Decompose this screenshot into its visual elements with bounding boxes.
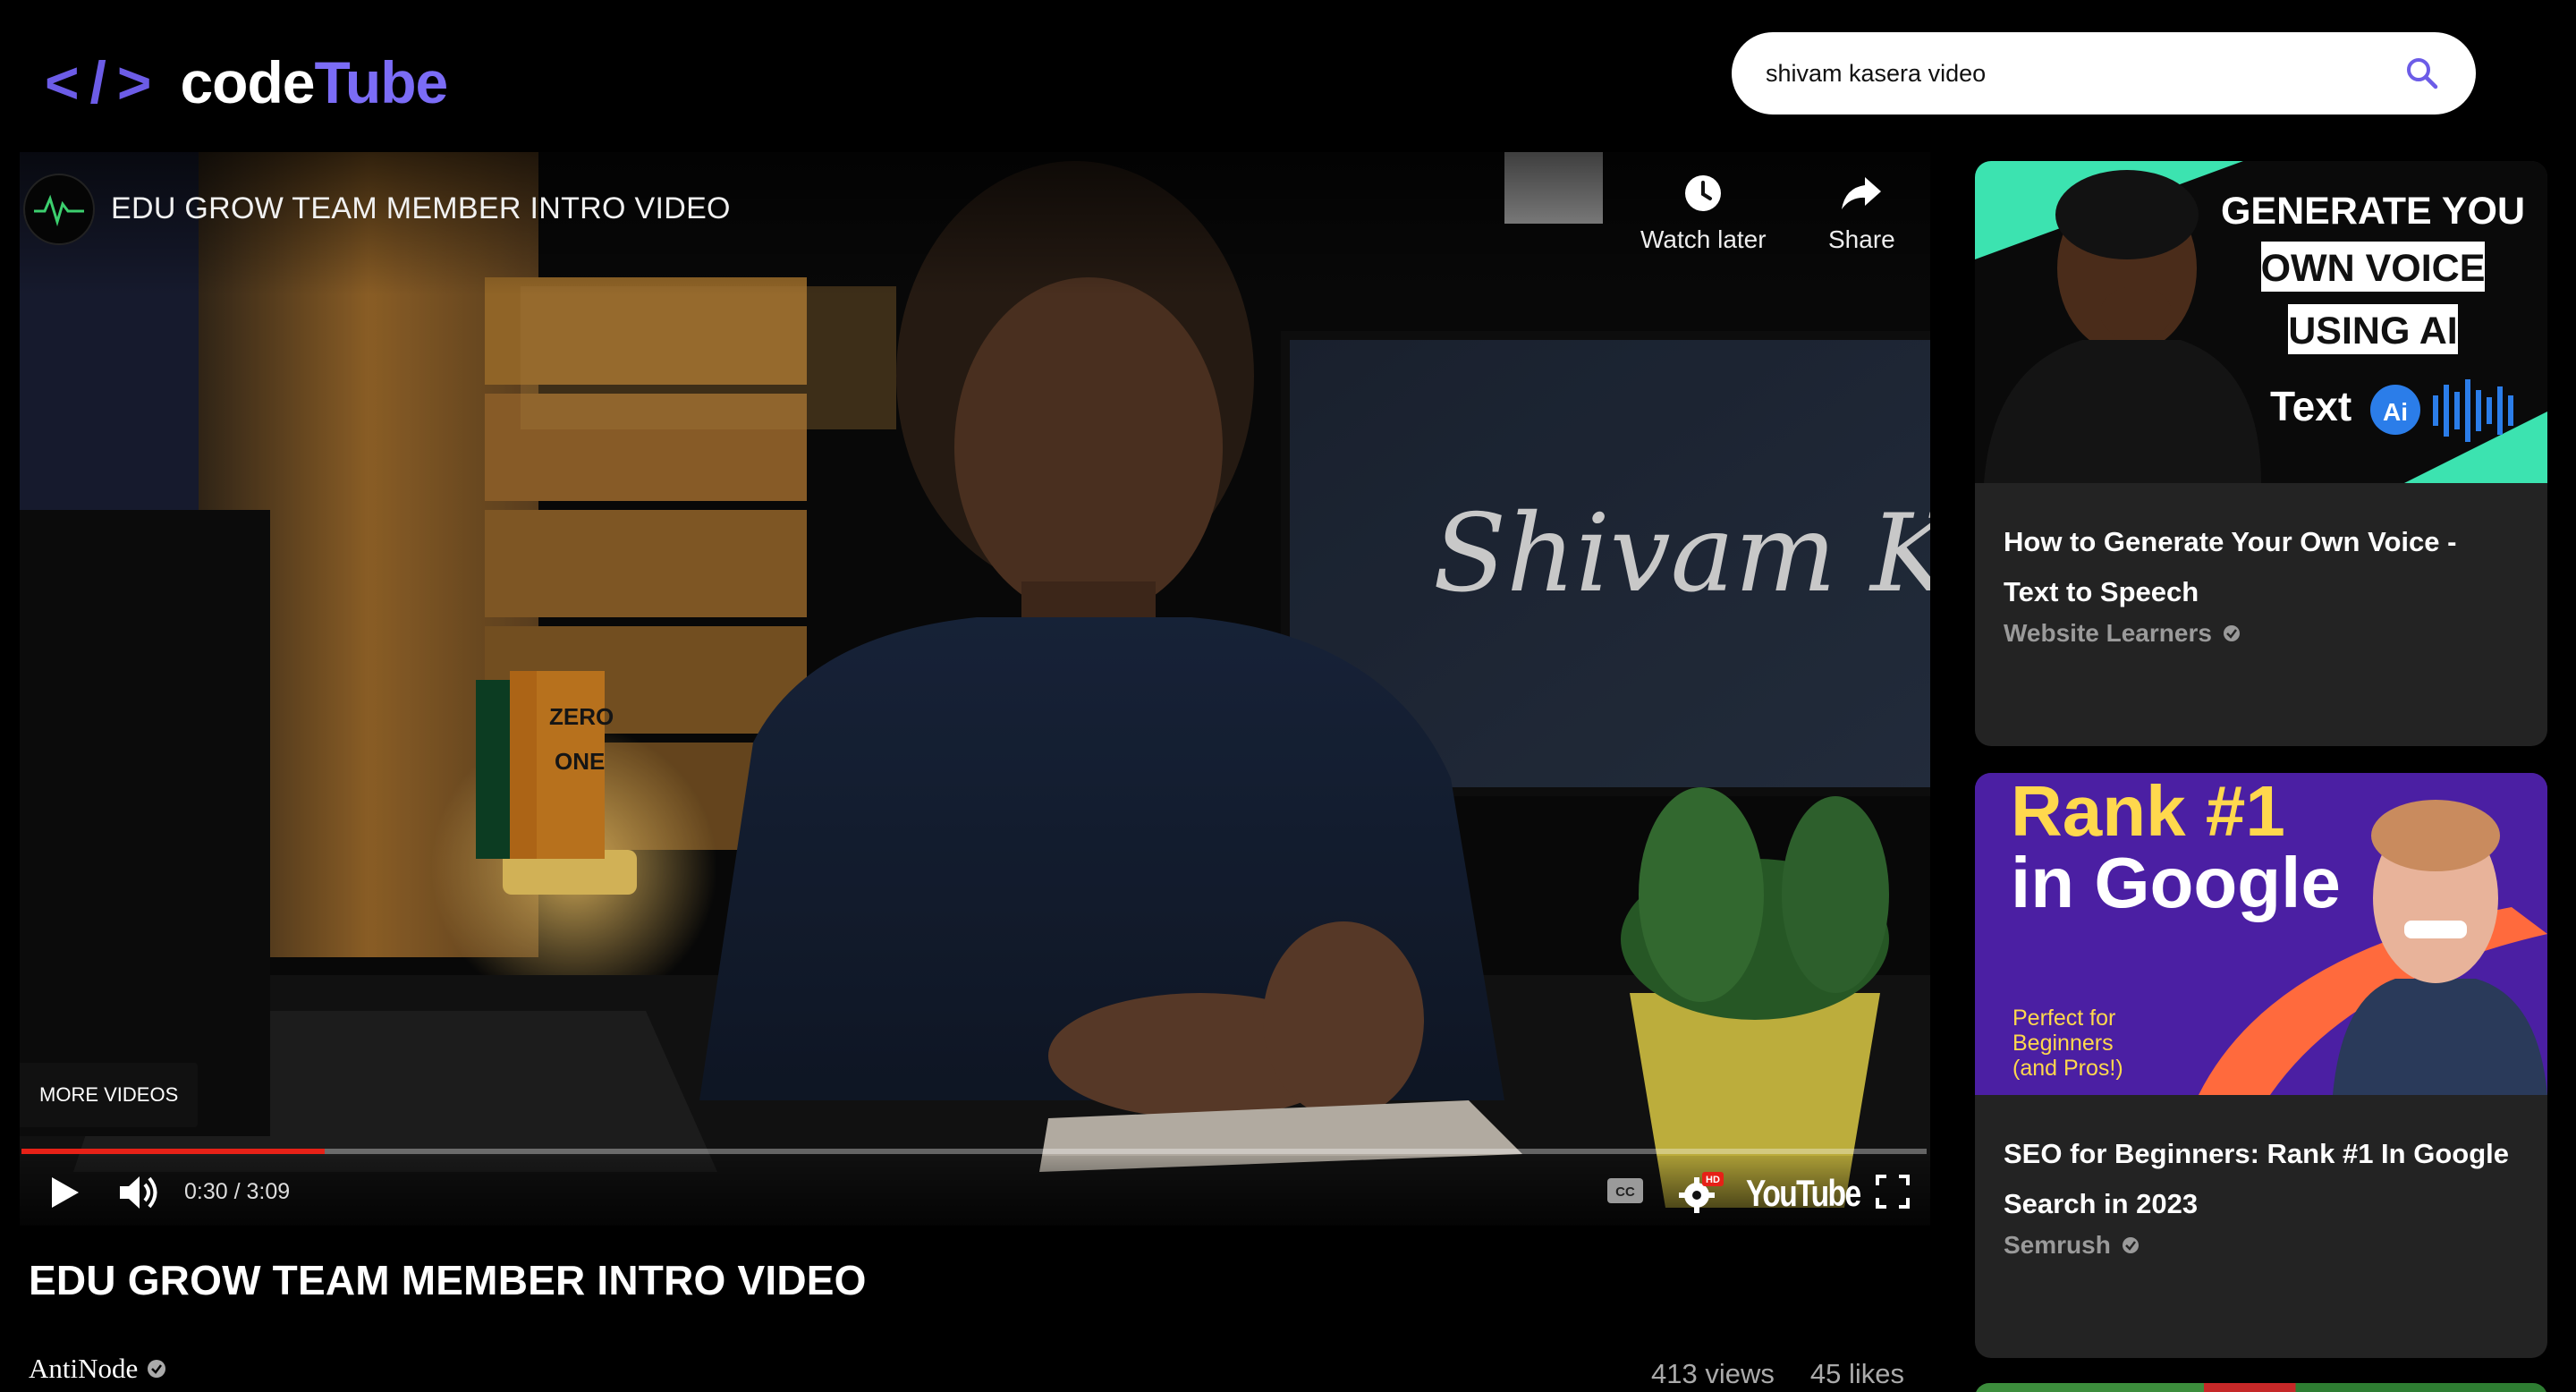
video-player[interactable]: Shivam Ka ZERO ONE xyxy=(20,152,1930,1226)
thumb-line-3: Perfect for xyxy=(2012,1006,2115,1031)
volume-icon xyxy=(120,1176,157,1209)
search-icon xyxy=(2407,58,2438,89)
view-count: 413 views xyxy=(1651,1358,1775,1389)
channel-avatar[interactable] xyxy=(23,174,95,245)
youtube-logo[interactable]: YouTube xyxy=(1746,1172,1861,1215)
player-video-title[interactable]: EDU GROW TEAM MEMBER INTRO VIDEO xyxy=(111,191,731,226)
gear-icon: HD xyxy=(1679,1172,1724,1213)
related-channel-name: Semrush xyxy=(2004,1231,2111,1259)
video-thumbnail: GENERATE YOU OWN VOICE USING AI Text Ai xyxy=(1975,161,2547,483)
watch-later-button[interactable]: Watch later xyxy=(1640,174,1767,254)
video-thumbnail: Rank #1 in Google Perfect for Beginners … xyxy=(1975,773,2547,1095)
play-button[interactable] xyxy=(43,1170,88,1215)
search-bar xyxy=(1732,32,2476,115)
related-video-channel[interactable]: Semrush xyxy=(2004,1231,2519,1260)
settings-button[interactable]: HD xyxy=(1676,1170,1726,1215)
related-video-card[interactable]: GENERATE YOU OWN VOICE USING AI Text Ai … xyxy=(1975,161,2547,746)
logo-text-tube: Tube xyxy=(314,49,448,115)
closed-captions-icon: CC xyxy=(1607,1178,1643,1203)
hd-badge: HD xyxy=(1706,1175,1720,1185)
thumb-line-1: GENERATE YOU xyxy=(2221,190,2525,233)
clock-icon xyxy=(1685,175,1722,211)
app-logo[interactable]: </> code Tube xyxy=(45,47,448,118)
player-controls: 0:30 / 3:09 CC HD YouTube xyxy=(20,1156,1930,1226)
watch-later-label: Watch later xyxy=(1640,225,1767,253)
thumb-line-5: (and Pros!) xyxy=(2012,1056,2123,1081)
thumb-line-3: USING AI xyxy=(2288,310,2458,352)
video-stats: 413 views 45 likes xyxy=(1651,1358,1904,1390)
share-button[interactable]: Share xyxy=(1828,174,1895,254)
related-video-card-partial[interactable] xyxy=(1975,1383,2547,1392)
related-video-title[interactable]: SEO for Beginners: Rank #1 In Google Sea… xyxy=(2004,1129,2519,1229)
channel-info[interactable]: AntiNode xyxy=(29,1353,166,1385)
thumb-line-2: OWN VOICE xyxy=(2261,247,2486,290)
video-progress-bar[interactable] xyxy=(21,1149,1927,1154)
verified-badge-icon xyxy=(2223,625,2240,641)
thumb-line-4: Beginners xyxy=(2012,1031,2114,1056)
play-icon xyxy=(52,1177,79,1208)
logo-code-brackets: </> xyxy=(45,49,163,115)
logo-text-code: code xyxy=(180,49,315,115)
related-channel-name: Website Learners xyxy=(2004,619,2212,647)
verified-badge-icon xyxy=(2122,1237,2139,1253)
video-title: EDU GROW TEAM MEMBER INTRO VIDEO xyxy=(29,1257,867,1303)
related-video-card[interactable]: Rank #1 in Google Perfect for Beginners … xyxy=(1975,773,2547,1358)
like-count: 45 likes xyxy=(1809,1358,1904,1389)
related-video-title[interactable]: How to Generate Your Own Voice - Text to… xyxy=(2004,517,2519,617)
verified-badge-icon xyxy=(148,1360,166,1378)
video-progress-fill xyxy=(21,1149,325,1154)
search-input[interactable] xyxy=(1766,59,2401,88)
thumbnail-art: GENERATE YOU OWN VOICE USING AI Text Ai xyxy=(1975,161,2547,483)
fullscreen-icon xyxy=(1876,1175,1910,1209)
fullscreen-button[interactable] xyxy=(1871,1170,1914,1213)
thumb-line-4: Text xyxy=(2270,383,2351,429)
pulse-logo-icon xyxy=(34,194,84,227)
share-label: Share xyxy=(1828,225,1895,253)
thumb-line-1: Rank #1 xyxy=(2011,773,2285,851)
time-display: 0:30 / 3:09 xyxy=(184,1179,291,1204)
thumbnail-art: Rank #1 in Google Perfect for Beginners … xyxy=(1975,773,2547,1095)
more-videos-button[interactable]: MORE VIDEOS xyxy=(20,1063,199,1127)
thumb-line-2: in Google xyxy=(2011,843,2341,922)
channel-name[interactable]: AntiNode xyxy=(29,1353,138,1385)
volume-button[interactable] xyxy=(114,1170,165,1215)
video-frame: Shivam Ka ZERO ONE xyxy=(20,152,1930,1226)
captions-button[interactable]: CC xyxy=(1603,1170,1648,1211)
search-button[interactable] xyxy=(2401,52,2444,95)
share-arrow-icon xyxy=(1842,177,1882,209)
cc-label: CC xyxy=(1615,1184,1635,1200)
related-video-channel[interactable]: Website Learners xyxy=(2004,619,2519,648)
thumb-ai-badge: Ai xyxy=(2383,398,2408,426)
